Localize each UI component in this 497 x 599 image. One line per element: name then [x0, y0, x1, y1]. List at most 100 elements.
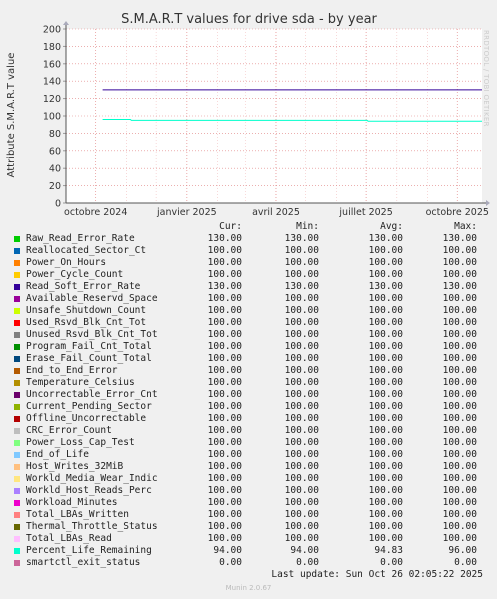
- value-min: 130.00: [284, 233, 319, 244]
- legend-label: Used_Rsvd_Blk_Cnt_Tot: [26, 317, 147, 328]
- value-min: 100.00: [284, 305, 319, 316]
- legend-label: Raw_Read_Error_Rate: [26, 233, 135, 244]
- value-min: 94.00: [290, 545, 319, 556]
- value-avg: 100.00: [368, 401, 403, 412]
- y-tick-label: 40: [49, 164, 61, 175]
- legend-row: CRC_Error_Count 100.00 100.00 100.00 100.00: [12, 425, 492, 437]
- value-cur: 130.00: [207, 281, 242, 292]
- legend-swatch: [14, 284, 20, 290]
- legend-swatch: [14, 416, 20, 422]
- legend-label: End_of_Life: [26, 449, 89, 460]
- value-avg: 94.83: [374, 545, 403, 556]
- legend-row: Temperature_Celsius 100.00 100.00 100.00 100…: [12, 377, 492, 389]
- legend-label: Workld_Media_Wear_Indic: [26, 473, 158, 484]
- legend-swatch: [14, 308, 20, 314]
- y-axis-label: Attribute S.M.A.R.T value: [6, 53, 17, 178]
- value-cur: 100.00: [207, 245, 242, 256]
- value-avg: 0.00: [380, 557, 403, 568]
- legend-row: Power_On_Hours 100.00 100.00 100.00 100.00: [12, 257, 492, 269]
- value-avg: 100.00: [368, 329, 403, 340]
- legend-label: Workld_Host_Reads_Perc: [26, 485, 152, 496]
- legend-row: Power_Loss_Cap_Test 100.00 100.00 100.00 100…: [12, 437, 492, 449]
- value-avg: 100.00: [368, 425, 403, 436]
- legend-row: Raw_Read_Error_Rate 130.00 130.00 130.00 130…: [12, 233, 492, 245]
- value-cur: 0.00: [219, 557, 242, 568]
- legend-label: Thermal_Throttle_Status: [26, 521, 158, 532]
- legend-swatch: [14, 428, 20, 434]
- legend-row: Power_Cycle_Count 100.00 100.00 100.00 100.0…: [12, 269, 492, 281]
- value-max: 100.00: [442, 341, 477, 352]
- legend-swatch: [14, 320, 20, 326]
- x-axis-arrow: [486, 200, 490, 206]
- legend-label: Host_Writes_32MiB: [26, 461, 124, 472]
- value-cur: 100.00: [207, 473, 242, 484]
- legend-label: Percent_Life_Remaining: [26, 545, 152, 556]
- legend-swatch: [14, 488, 20, 494]
- legend-swatch: [14, 296, 20, 302]
- value-avg: 100.00: [368, 485, 403, 496]
- x-tick-label: juillet 2025: [338, 207, 392, 218]
- value-cur: 100.00: [207, 413, 242, 424]
- value-avg: 100.00: [368, 365, 403, 376]
- value-avg: 100.00: [368, 437, 403, 448]
- legend-row: Host_Writes_32MiB 100.00 100.00 100.00 100.0…: [12, 461, 492, 473]
- legend-row: Workload_Minutes 100.00 100.00 100.00 100.00: [12, 497, 492, 509]
- rrdtool-credit: RRDTOOL / TOBI OETIKER: [482, 30, 490, 127]
- legend-row: Available_Reservd_Space 100.00 100.00 100.0…: [12, 293, 492, 305]
- value-max: 100.00: [442, 533, 477, 544]
- legend-swatch: [14, 524, 20, 530]
- value-max: 100.00: [442, 389, 477, 400]
- value-max: 100.00: [442, 401, 477, 412]
- value-min: 100.00: [284, 509, 319, 520]
- value-max: 96.00: [448, 545, 477, 556]
- y-tick-label: 160: [43, 59, 61, 70]
- legend-label: Power_Loss_Cap_Test: [26, 437, 135, 448]
- value-cur: 100.00: [207, 437, 242, 448]
- value-max: 100.00: [442, 497, 477, 508]
- value-cur: 100.00: [207, 341, 242, 352]
- value-max: 100.00: [442, 353, 477, 364]
- y-tick-label: 120: [43, 94, 61, 105]
- value-min: 100.00: [284, 353, 319, 364]
- y-tick-label: 80: [49, 129, 61, 140]
- value-avg: 100.00: [368, 293, 403, 304]
- value-max: 130.00: [442, 233, 477, 244]
- y-tick-label: 140: [43, 77, 61, 88]
- value-cur: 94.00: [213, 545, 242, 556]
- legend-table: Cur: Min: Avg: Max: Raw_Read_Error_Rate 1…: [12, 221, 492, 569]
- legend-row: Erase_Fail_Count_Total 100.00 100.00 100.00…: [12, 353, 492, 365]
- legend-label: Read_Soft_Error_Rate: [26, 281, 141, 292]
- legend-label: Program_Fail_Cnt_Total: [26, 341, 152, 352]
- header-max: Max:: [454, 221, 477, 232]
- legend-row: Thermal_Throttle_Status 100.00 100.00 100.0…: [12, 521, 492, 533]
- legend-swatch: [14, 512, 20, 518]
- value-min: 100.00: [284, 437, 319, 448]
- legend-row: Percent_Life_Remaining 94.00 94.00 94.83 96.…: [12, 545, 492, 557]
- value-avg: 100.00: [368, 509, 403, 520]
- value-cur: 100.00: [207, 521, 242, 532]
- value-max: 100.00: [442, 413, 477, 424]
- legend-row: End_to_End_Error 100.00 100.00 100.00 100.00: [12, 365, 492, 377]
- legend-label: smartctl_exit_status: [26, 557, 141, 568]
- x-tick-label: octobre 2024: [64, 207, 127, 218]
- value-cur: 100.00: [207, 317, 242, 328]
- legend-swatch: [14, 548, 20, 554]
- value-cur: 100.00: [207, 365, 242, 376]
- value-max: 100.00: [442, 305, 477, 316]
- munin-version: Munin 2.0.67: [225, 584, 272, 592]
- legend-header: Cur: Min: Avg: Max:: [12, 221, 492, 233]
- value-min: 100.00: [284, 425, 319, 436]
- value-avg: 100.00: [368, 245, 403, 256]
- value-min: 100.00: [284, 365, 319, 376]
- value-avg: 100.00: [368, 461, 403, 472]
- value-cur: 100.00: [207, 353, 242, 364]
- legend-swatch: [14, 344, 20, 350]
- legend-row: Unused_Rsvd_Blk_Cnt_Tot 100.00 100.00 100.0…: [12, 329, 492, 341]
- value-min: 100.00: [284, 377, 319, 388]
- legend-label: Power_On_Hours: [26, 257, 107, 268]
- legend-swatch: [14, 536, 20, 542]
- value-max: 100.00: [442, 377, 477, 388]
- legend-row: Offline_Uncorrectable 100.00 100.00 100.00 1…: [12, 413, 492, 425]
- legend-label: End_to_End_Error: [26, 365, 118, 376]
- value-min: 100.00: [284, 329, 319, 340]
